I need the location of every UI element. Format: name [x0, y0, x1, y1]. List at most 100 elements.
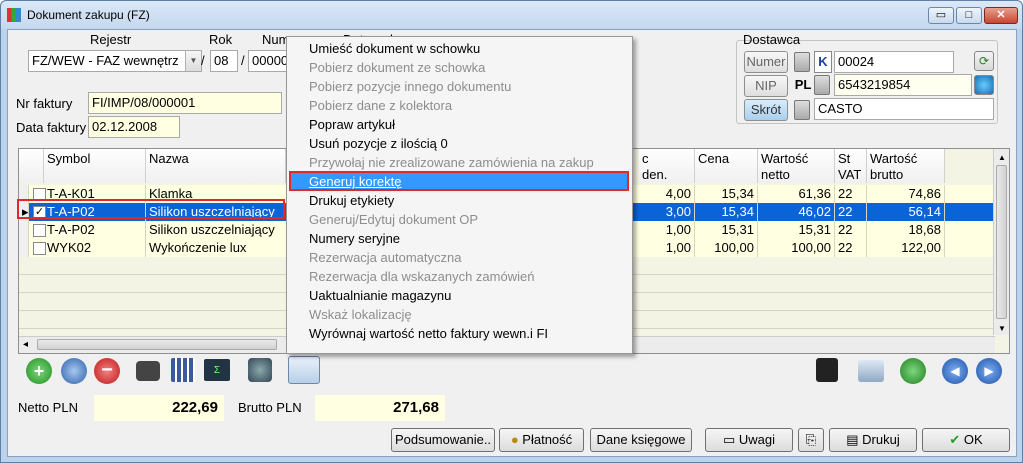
cell-netto[interactable]: 15,31	[758, 221, 835, 239]
menu-item[interactable]: Pobierz dane z kolektora	[309, 96, 452, 115]
maximize-button[interactable]: □	[956, 7, 982, 24]
cell-ilosc[interactable]: 4,00	[639, 185, 695, 203]
cell-vat[interactable]: 22	[835, 185, 867, 203]
dostawca-numer-field[interactable]: 00024	[834, 51, 954, 73]
platnosc-button[interactable]: ● Płatność	[499, 428, 584, 452]
menu-item[interactable]: Przywołaj nie zrealizowane zamówienia na…	[309, 153, 594, 172]
binoculars-icon[interactable]	[136, 361, 160, 381]
menu-item[interactable]: Uaktualnianie magazynu	[309, 286, 451, 305]
cell-vat[interactable]: 22	[835, 221, 867, 239]
nip-button[interactable]: NIP	[744, 75, 788, 97]
col-header-ilosc[interactable]: c den.	[639, 149, 695, 183]
cell-symbol[interactable]: T-A-P02	[44, 221, 146, 239]
menu-item[interactable]: Pobierz dokument ze schowka	[309, 58, 485, 77]
cell-brutto[interactable]: 56,14	[867, 203, 945, 221]
minimize-button[interactable]: ▭	[928, 7, 954, 24]
windows-icon[interactable]	[858, 360, 884, 382]
vertical-scroll-thumb[interactable]	[996, 165, 1007, 319]
delete-icon[interactable]: −	[94, 358, 120, 384]
menu-item[interactable]: Generuj/Edytuj dokument OP	[309, 210, 478, 229]
menu-item[interactable]: Popraw artykuł	[309, 115, 395, 134]
refresh-icon[interactable]: ⟳	[974, 51, 994, 71]
vertical-scrollbar[interactable]: ▲ ▼	[993, 149, 1009, 335]
table-icon[interactable]	[171, 358, 195, 382]
refresh-icon[interactable]	[900, 358, 926, 384]
podsumowanie-button[interactable]: Podsumowanie..	[391, 428, 495, 452]
menu-item[interactable]: Generuj korektę	[309, 172, 402, 191]
cell-vat[interactable]: 22	[835, 239, 867, 257]
cell-netto[interactable]: 46,02	[758, 203, 835, 221]
col-header-cena[interactable]: Cena	[695, 149, 758, 183]
col-header-wartosc-brutto[interactable]: Wartość brutto	[867, 149, 945, 183]
menu-item[interactable]: Wskaż lokalizację	[309, 305, 412, 324]
menu-item[interactable]: Numery seryjne	[309, 229, 400, 248]
attachment-icon[interactable]: ⎘	[798, 428, 824, 452]
rejestr-label: Rejestr	[90, 32, 132, 47]
add-icon[interactable]: +	[26, 358, 52, 384]
rok-field[interactable]: 08	[210, 50, 238, 72]
cell-cena[interactable]: 100,00	[695, 239, 758, 257]
calculator-icon[interactable]	[794, 52, 810, 72]
col-header-vat-line2: VAT	[838, 167, 862, 182]
menu-item[interactable]: Drukuj etykiety	[309, 191, 394, 210]
numer-button[interactable]: Numer	[744, 51, 788, 73]
numer-slash: /	[241, 53, 245, 68]
cell-nazwa[interactable]: Silikon uszczelniający	[146, 221, 296, 239]
k-badge: K	[814, 51, 832, 73]
col-header-ilosc-line1: c	[642, 151, 649, 166]
ok-button[interactable]: ✔ OK	[922, 428, 1010, 452]
menu-item[interactable]: Rezerwacja automatyczna	[309, 248, 461, 267]
drukuj-label: Drukuj	[862, 432, 900, 447]
col-header-brutto-line1: Wartość	[870, 151, 918, 166]
edit-icon[interactable]	[61, 358, 87, 384]
save-icon[interactable]	[816, 358, 838, 382]
cell-symbol[interactable]: WYK02	[44, 239, 146, 257]
menu-item[interactable]: Rezerwacja dla wskazanych zamówień	[309, 267, 534, 286]
cell-cena[interactable]: 15,34	[695, 203, 758, 221]
cell-ilosc[interactable]: 1,00	[639, 239, 695, 257]
data-faktury-field[interactable]: 02.12.2008	[88, 116, 180, 138]
menu-item[interactable]: Usuń pozycje z ilością 0	[309, 134, 448, 153]
menu-item[interactable]: Wyrównaj wartość netto faktury wewn.i FI	[309, 324, 548, 343]
nr-faktury-field[interactable]: FI/IMP/08/000001	[88, 92, 282, 114]
horizontal-scroll-thumb[interactable]	[37, 339, 277, 350]
col-header-wartosc-netto[interactable]: Wartość netto	[758, 149, 835, 183]
sum-icon[interactable]: Σ	[204, 359, 230, 381]
more-actions-icon[interactable]	[288, 356, 320, 384]
gears-icon[interactable]	[248, 358, 272, 382]
scroll-down-icon[interactable]: ▼	[998, 324, 1006, 333]
rejestr-combo[interactable]: FZ/WEW - FAZ wewnętrz ▼	[28, 50, 202, 72]
first-record-icon[interactable]: ◀	[942, 358, 968, 384]
chevron-down-icon[interactable]: ▼	[185, 51, 201, 71]
calculator-icon[interactable]	[814, 75, 830, 95]
cell-cena[interactable]: 15,31	[695, 221, 758, 239]
globe-icon[interactable]	[974, 75, 994, 95]
calculator-icon[interactable]	[794, 100, 810, 120]
uwagi-button[interactable]: ▭ Uwagi	[705, 428, 793, 452]
col-header-nazwa[interactable]: Nazwa	[146, 149, 286, 183]
col-header-st-vat[interactable]: St VAT	[835, 149, 867, 183]
cell-ilosc[interactable]: 1,00	[639, 221, 695, 239]
col-header-symbol[interactable]: Symbol	[44, 149, 146, 183]
cell-vat[interactable]: 22	[835, 203, 867, 221]
nip-field[interactable]: 6543219854	[834, 74, 972, 96]
menu-item[interactable]: Umieść dokument w schowku	[309, 39, 480, 58]
cell-brutto[interactable]: 122,00	[867, 239, 945, 257]
menu-item[interactable]: Pobierz pozycje innego dokumentu	[309, 77, 511, 96]
last-record-icon[interactable]: ▶	[976, 358, 1002, 384]
cell-nazwa[interactable]: Wykończenie lux	[146, 239, 296, 257]
drukuj-button[interactable]: ▤ Drukuj	[829, 428, 917, 452]
cell-netto[interactable]: 61,36	[758, 185, 835, 203]
cell-ilosc[interactable]: 3,00	[639, 203, 695, 221]
coins-icon: ●	[510, 432, 523, 447]
skrot-button[interactable]: Skrót	[744, 99, 788, 121]
close-button[interactable]: ✕	[984, 7, 1018, 24]
cell-brutto[interactable]: 74,86	[867, 185, 945, 203]
cell-netto[interactable]: 100,00	[758, 239, 835, 257]
dane-ksiegowe-button[interactable]: Dane księgowe	[590, 428, 692, 452]
cell-cena[interactable]: 15,34	[695, 185, 758, 203]
scroll-left-icon[interactable]: ◂	[23, 339, 28, 350]
cell-brutto[interactable]: 18,68	[867, 221, 945, 239]
scroll-up-icon[interactable]: ▲	[998, 153, 1006, 162]
skrot-field[interactable]: CASTO	[814, 98, 994, 120]
